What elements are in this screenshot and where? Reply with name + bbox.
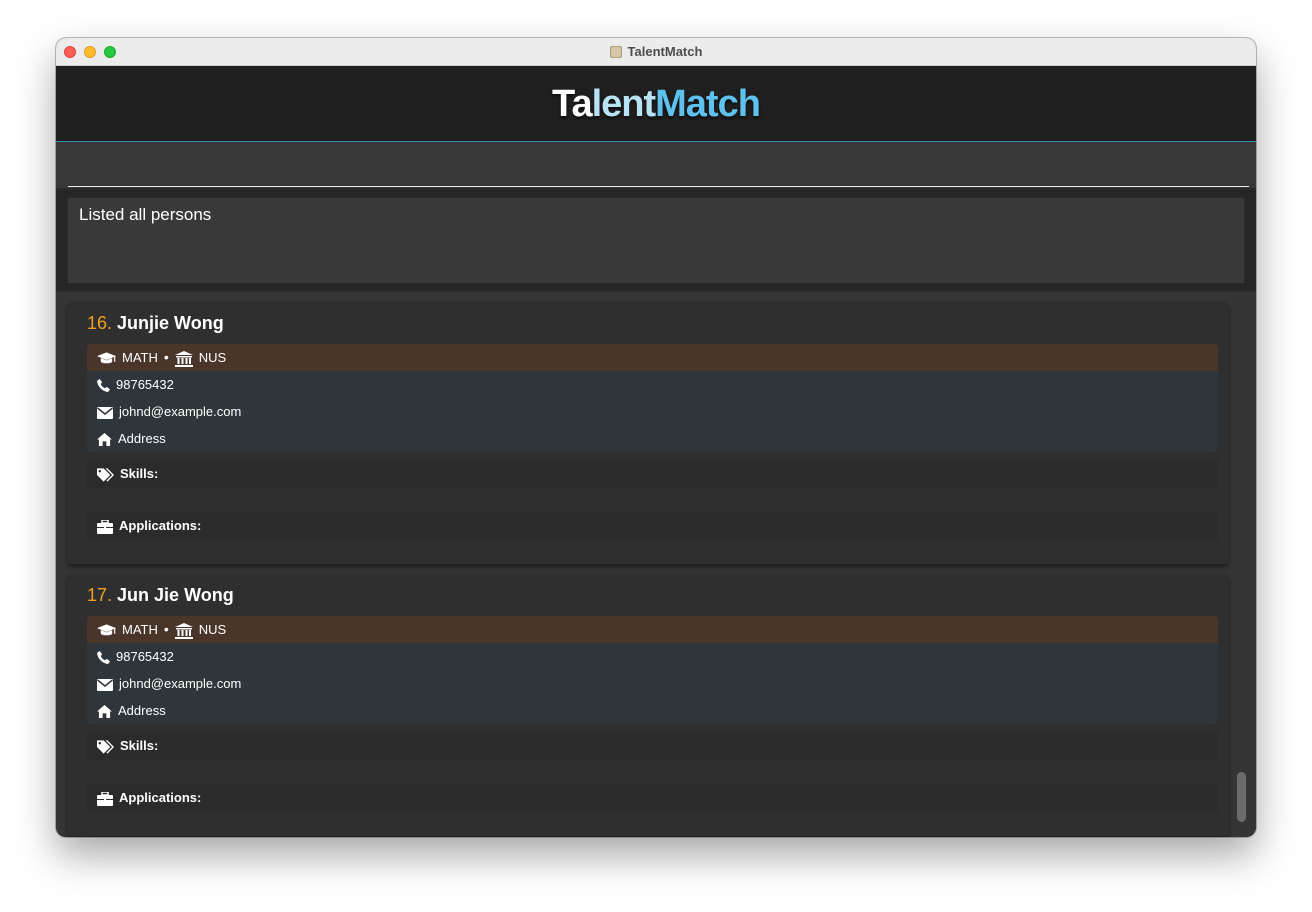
app-icon [609,46,622,58]
person-card[interactable]: 16. Junjie Wong MATH • NUS 98765432 johnd@… [67,302,1229,564]
person-index: 17. [87,585,113,605]
skills-label: Skills: [120,466,159,481]
command-box [56,142,1256,190]
email-row: johnd@example.com [87,670,1218,697]
app-header: TalentMatch [56,66,1256,142]
result-display: Listed all persons [67,197,1245,284]
title-bar: TalentMatch [56,38,1256,66]
separator-dot: • [163,349,169,365]
tags-icon [97,467,114,482]
home-icon [97,705,112,719]
briefcase-icon [97,791,113,806]
result-text: Listed all persons [79,205,212,224]
vertical-scrollbar[interactable] [1234,292,1248,837]
graduation-cap-icon [97,623,116,635]
university-icon [174,622,193,639]
window-title-text: TalentMatch [627,44,703,59]
logo-part-2: lent [591,83,657,125]
person-name-heading: 16. Junjie Wong [87,313,224,334]
envelope-icon [97,406,113,419]
university-icon [174,350,193,367]
phone-row: 98765432 [87,643,1218,670]
address-text: Address [118,703,166,718]
phone-icon [97,379,110,393]
applications-label: Applications: [119,518,202,533]
tags-icon [97,739,114,754]
major-text: MATH [122,350,158,365]
address-row: Address [87,697,1218,724]
person-name: Junjie Wong [117,313,224,333]
applications-section: Applications: [87,784,1218,812]
separator-dot: • [163,621,169,637]
phone-text: 98765432 [116,377,174,392]
applications-section: Applications: [87,512,1218,540]
briefcase-icon [97,519,113,534]
email-row: johnd@example.com [87,398,1218,425]
address-row: Address [87,425,1218,452]
education-row: MATH • NUS [87,616,1218,643]
phone-text: 98765432 [116,649,174,664]
window-title: TalentMatch [56,44,1256,59]
logo-part-3: Match [655,83,761,125]
phone-icon [97,651,110,665]
education-row: MATH • NUS [87,344,1218,371]
home-icon [97,433,112,447]
logo-part-1: Ta [552,83,593,125]
person-name-heading: 17. Jun Jie Wong [87,585,234,606]
app-window: TalentMatch TalentMatch Listed all perso… [56,38,1256,837]
skills-section: Skills: [87,732,1218,760]
person-index: 16. [87,313,113,333]
scrollbar-thumb[interactable] [1237,772,1246,822]
university-text: NUS [198,622,227,637]
applications-label: Applications: [119,790,202,805]
app-logo: TalentMatch [552,83,761,126]
command-input[interactable] [68,146,1249,187]
person-name: Jun Jie Wong [117,585,234,605]
person-card[interactable]: 17. Jun Jie Wong MATH • NUS 98765432 johnd… [67,574,1229,836]
envelope-icon [97,678,113,691]
email-text: johnd@example.com [119,404,242,419]
email-text: johnd@example.com [119,676,242,691]
address-text: Address [118,431,166,446]
major-text: MATH [122,622,158,637]
phone-row: 98765432 [87,371,1218,398]
person-list[interactable]: 16. Junjie Wong MATH • NUS 98765432 johnd@… [56,292,1256,837]
skills-section: Skills: [87,460,1218,488]
skills-label: Skills: [120,738,159,753]
university-text: NUS [198,350,227,365]
graduation-cap-icon [97,351,116,363]
